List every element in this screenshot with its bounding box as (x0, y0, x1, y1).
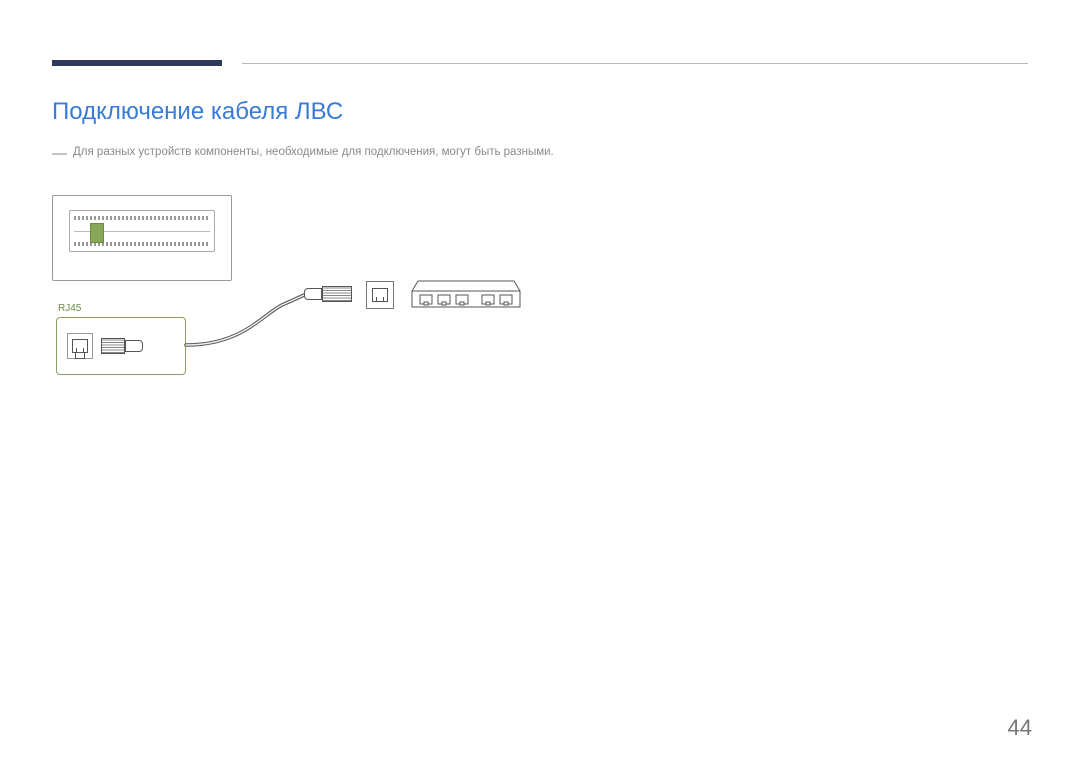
device-inner-panel (69, 210, 215, 252)
rj45-label: RJ45 (58, 303, 81, 314)
connection-diagram: RJ45 (52, 195, 522, 395)
cable-connector-left (101, 335, 145, 357)
rj45-closeup-box (56, 317, 186, 375)
hub-port-closeup (366, 281, 394, 309)
page-number: 44 (1008, 715, 1032, 741)
header-accent-bar (52, 60, 222, 66)
ethernet-port-icon (67, 333, 93, 359)
note-dash: ― (52, 145, 67, 163)
section-title: Подключение кабеля ЛВС (52, 98, 343, 126)
device-strip-top (74, 216, 210, 220)
device-back-panel (52, 195, 232, 281)
network-hub-device (410, 277, 522, 309)
page-header-rule (52, 60, 1028, 72)
note-text: Для разных устройств компоненты, необход… (73, 145, 554, 163)
header-divider-line (242, 63, 1028, 64)
cable-connector-right (304, 283, 364, 305)
note-block: ― Для разных устройств компоненты, необх… (52, 145, 632, 163)
device-highlight-port (90, 223, 104, 243)
